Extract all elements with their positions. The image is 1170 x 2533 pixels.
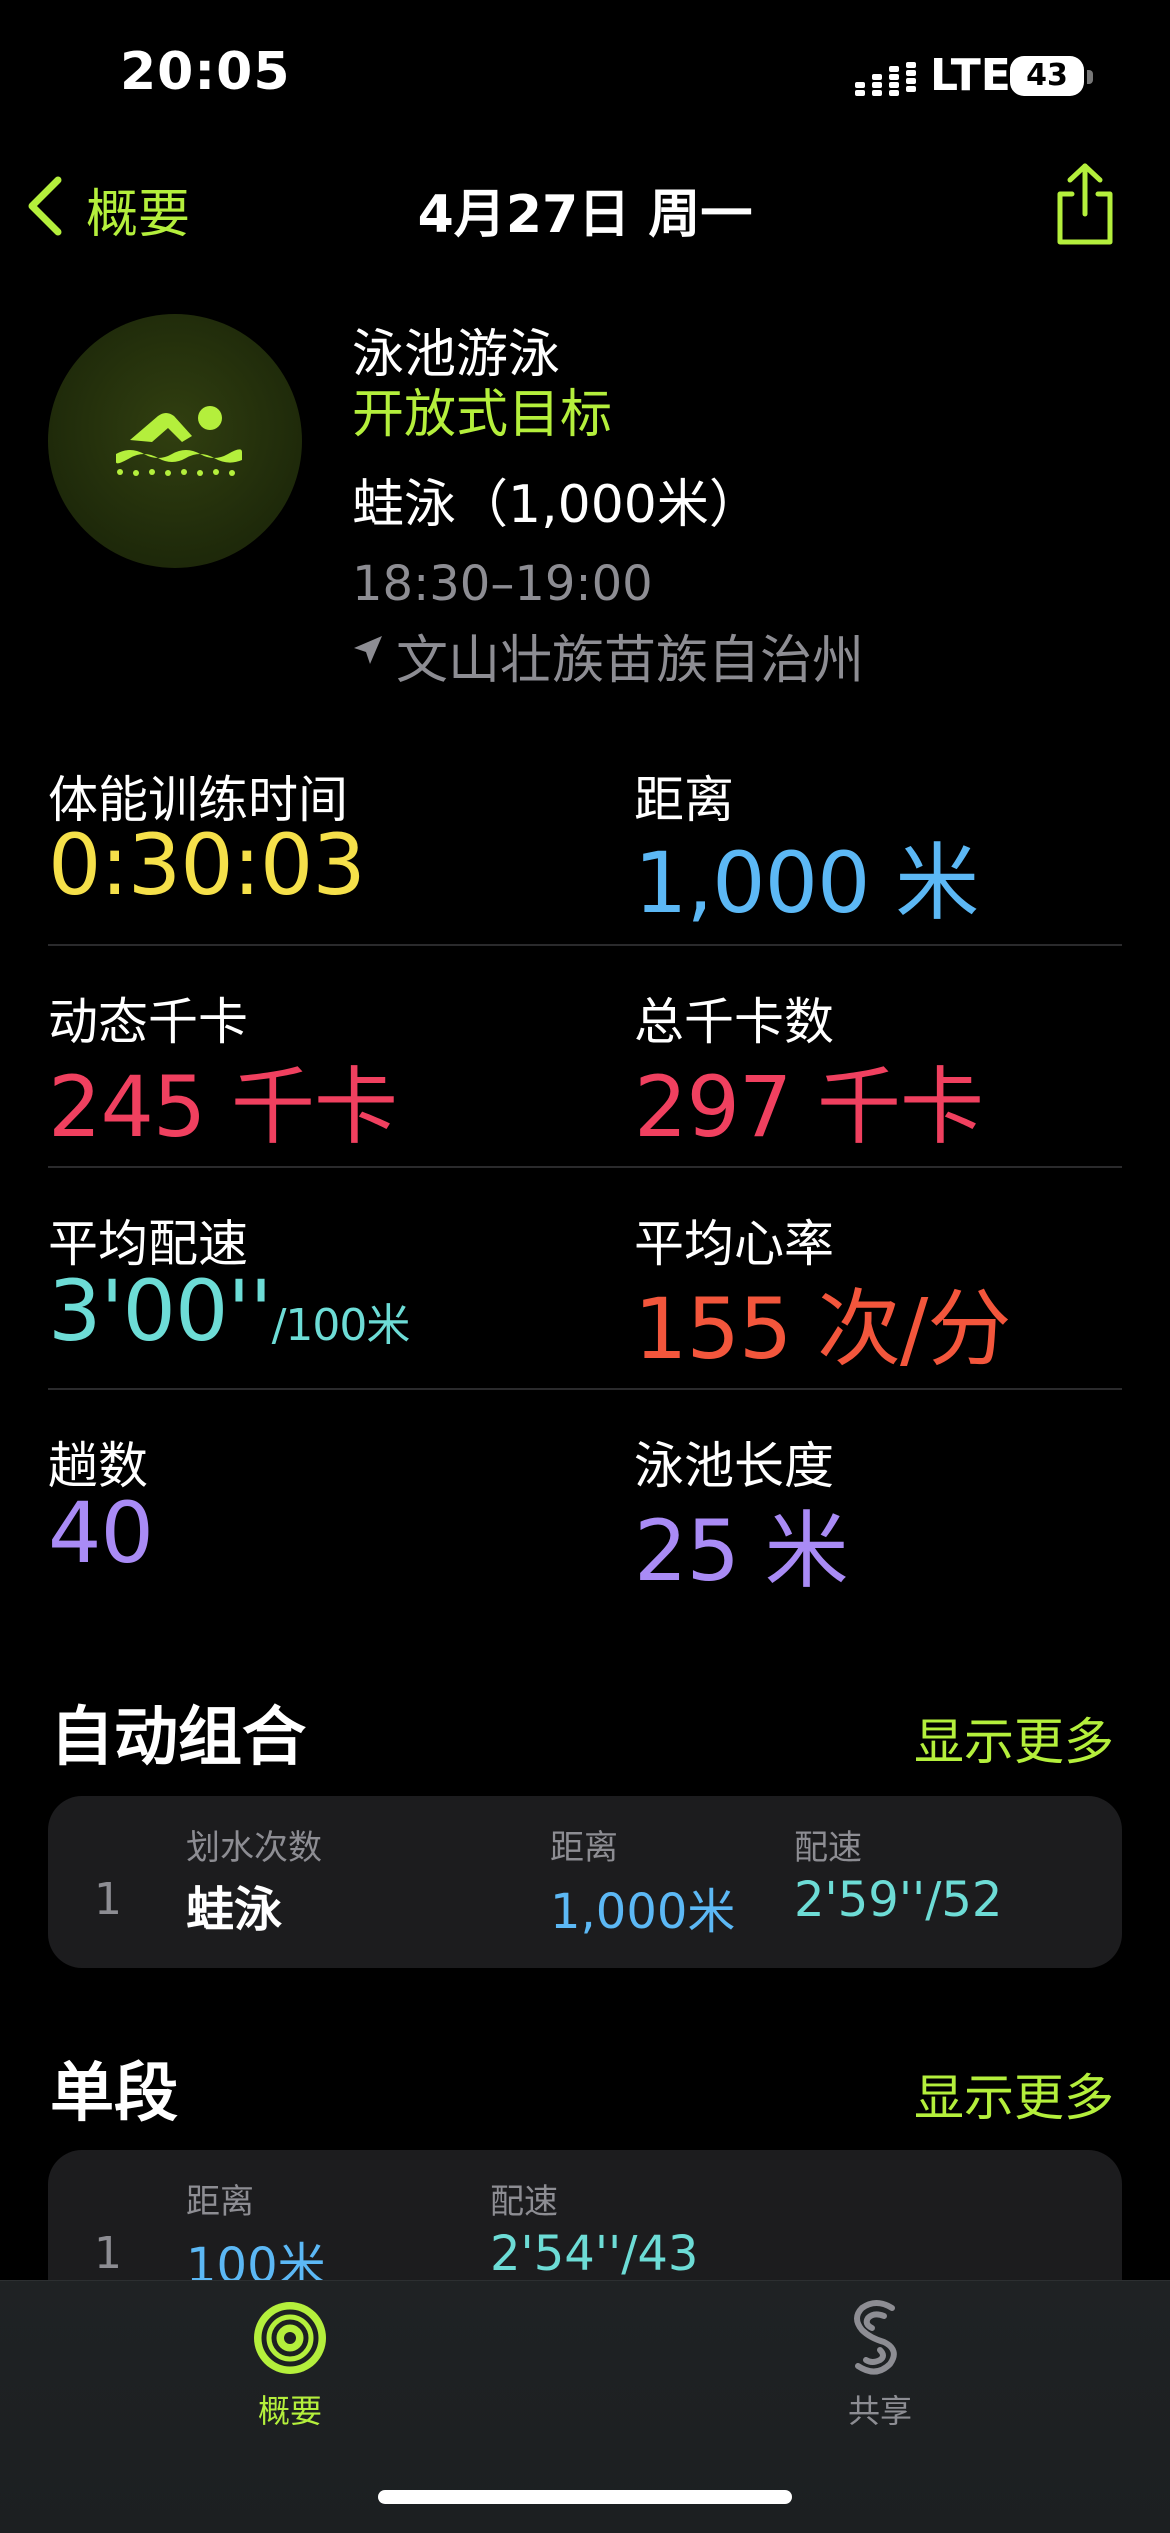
- active-kcal-unit: 千卡: [231, 1058, 398, 1156]
- header-distance: 距离: [186, 2182, 254, 2222]
- section-title-splits: 单段: [50, 2057, 178, 2131]
- divider: [48, 1388, 1122, 1390]
- distance-number: 1,000: [634, 834, 870, 932]
- total-kcal-number: 297: [634, 1058, 792, 1156]
- metric-value-workout-time: 0:30:03: [48, 816, 366, 914]
- distance-unit: 米: [895, 834, 979, 932]
- header-pace: 配速: [490, 2182, 558, 2222]
- workout-location: 文山壮族苗族自治州: [396, 631, 865, 691]
- workout-stroke: 蛙泳（1,000米）: [352, 475, 761, 535]
- metric-value-total-kcal: 297 千卡: [634, 1040, 984, 1161]
- header-strokes: 划水次数: [186, 1828, 322, 1868]
- active-kcal-number: 245: [48, 1058, 206, 1156]
- row-pace: 2'59''/52: [794, 1872, 1003, 1928]
- metric-value-pool-length: 25 米: [634, 1484, 849, 1605]
- header-pace: 配速: [794, 1828, 862, 1868]
- avg-pace-unit: /100米: [271, 1300, 411, 1351]
- metric-value-avg-pace: 3'00''/100米: [48, 1262, 411, 1360]
- home-indicator[interactable]: [378, 2490, 792, 2504]
- share-icon[interactable]: [1050, 162, 1120, 246]
- battery-indicator: 43: [1010, 56, 1084, 96]
- header-distance: 距离: [550, 1828, 618, 1868]
- section-title-auto-sets: 自动组合: [50, 1701, 306, 1775]
- row-index: 1: [94, 2228, 122, 2279]
- divider: [48, 1166, 1122, 1168]
- auto-sets-card[interactable]: 划水次数 距离 配速 1 蛙泳 1,000米 2'59''/52: [48, 1796, 1122, 1968]
- network-type: LTE: [930, 50, 1011, 101]
- activity-rings-icon[interactable]: [252, 2300, 328, 2376]
- tab-label-sharing[interactable]: 共享: [590, 2386, 1170, 2432]
- metric-value-laps: 40: [48, 1484, 154, 1582]
- metric-value-avg-hr: 155 次/分: [634, 1262, 1011, 1383]
- avg-hr-number: 155: [634, 1280, 792, 1378]
- sharing-icon[interactable]: [846, 2298, 906, 2378]
- tab-label-summary[interactable]: 概要: [0, 2386, 580, 2432]
- swimmer-icon: [116, 406, 242, 476]
- location-arrow-icon: [354, 636, 382, 664]
- row-index: 1: [94, 1874, 122, 1925]
- page-title: 4月27日 周一: [417, 185, 753, 245]
- row-pace: 2'54''/43: [490, 2226, 699, 2282]
- show-more-splits[interactable]: 显示更多: [914, 2058, 1114, 2130]
- metric-value-distance: 1,000 米: [634, 816, 979, 937]
- total-kcal-unit: 千卡: [817, 1058, 984, 1156]
- avg-pace-number: 3'00'': [48, 1262, 273, 1360]
- divider: [48, 944, 1122, 946]
- row-stroke: 蛙泳: [186, 1882, 283, 1938]
- battery-tip: [1087, 70, 1093, 84]
- pool-length-number: 25: [634, 1502, 740, 1600]
- avg-hr-unit: 次/分: [817, 1280, 1011, 1378]
- pool-length-unit: 米: [764, 1502, 849, 1600]
- metric-value-active-kcal: 245 千卡: [48, 1040, 398, 1161]
- workout-time-range: 18:30–19:00: [352, 556, 653, 612]
- signal-icon: [855, 62, 916, 96]
- row-distance: 1,000米: [550, 1884, 736, 1940]
- show-more-auto-sets[interactable]: 显示更多: [914, 1702, 1114, 1774]
- status-time: 20:05: [120, 42, 291, 102]
- workout-goal: 开放式目标: [352, 385, 613, 445]
